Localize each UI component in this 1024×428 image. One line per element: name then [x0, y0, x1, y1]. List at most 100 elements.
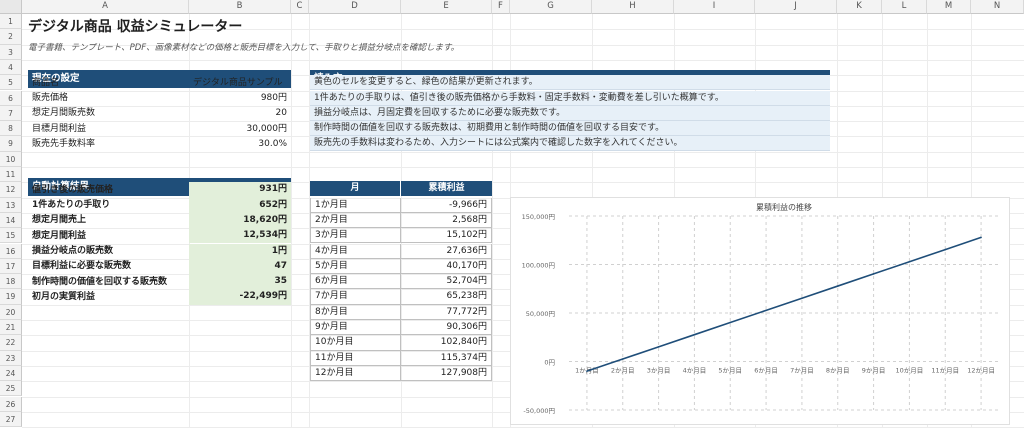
row-header[interactable]: 23: [0, 350, 22, 366]
column-header[interactable]: B: [189, 0, 291, 14]
row-header[interactable]: 10: [0, 151, 22, 167]
gridline-horizontal: [22, 167, 1024, 168]
result-label: 損益分岐点の販売数: [32, 246, 114, 256]
gridline-horizontal: [22, 59, 1024, 61]
data-point: [908, 260, 911, 263]
column-header[interactable]: N: [971, 0, 1024, 14]
row-header[interactable]: 6: [0, 90, 22, 106]
column-header[interactable]: M: [927, 0, 971, 14]
column-header[interactable]: D: [309, 0, 401, 14]
setting-value[interactable]: デジタル商品サンプル: [189, 77, 291, 89]
y-tick-label: 100,000円: [522, 262, 555, 270]
row-header[interactable]: 4: [0, 59, 22, 76]
table-cell-month: 9か月目: [310, 320, 401, 336]
row-header[interactable]: 17: [0, 258, 22, 275]
setting-label: 販売先手数料率: [32, 138, 96, 149]
table-cell-month: 3か月目: [310, 228, 401, 244]
row-header[interactable]: 13: [0, 197, 22, 213]
data-point: [980, 236, 982, 239]
row-header[interactable]: 14: [0, 212, 22, 229]
y-tick-label: 50,000円: [526, 310, 555, 318]
result-value: 652円: [189, 197, 291, 213]
setting-label: 目標月間利益: [32, 123, 87, 134]
table-cell-month: 1か月目: [310, 197, 401, 213]
table-header-month: 月: [310, 181, 401, 197]
table-cell-profit: 2,568円: [401, 212, 492, 229]
column-header[interactable]: K: [837, 0, 882, 14]
row-header[interactable]: 19: [0, 289, 22, 305]
table-cell-profit: 40,170円: [401, 258, 492, 275]
column-header[interactable]: G: [510, 0, 592, 14]
sheet-subtitle: 電子書籍、テンプレート、PDF、画像素材などの価格と販売目標を入力して、手取りと…: [28, 43, 460, 53]
table-cell-profit: 52,704円: [401, 274, 492, 290]
select-all-corner[interactable]: [0, 0, 22, 14]
row-header[interactable]: 3: [0, 44, 22, 60]
data-point: [872, 273, 875, 275]
row-header[interactable]: 15: [0, 228, 22, 244]
x-tick-label: 10か月目: [896, 367, 924, 375]
table-cell-profit: 15,102円: [401, 228, 492, 244]
data-point: [765, 309, 767, 312]
x-tick-label: 11か月目: [931, 367, 959, 375]
table-cell-month: 2か月目: [310, 212, 401, 229]
row-header[interactable]: 21: [0, 320, 22, 336]
guide-line: 販売先の手数料は変わるため、入力シートには公式案内で確認した数字を入れてください…: [310, 136, 830, 152]
row-header[interactable]: 8: [0, 121, 22, 137]
column-header[interactable]: L: [882, 0, 927, 14]
series-line: [586, 236, 982, 372]
table-cell-profit: 102,840円: [401, 335, 492, 351]
result-label: 初月の実質利益: [32, 291, 96, 302]
column-header[interactable]: J: [755, 0, 837, 14]
chart-svg: 累積利益の推移 -50,000円 0円 50,000円 100,000円 150,000円…: [522, 202, 999, 415]
row-header[interactable]: 12: [0, 182, 22, 198]
data-point: [944, 248, 947, 251]
row-header[interactable]: 27: [0, 411, 22, 428]
setting-value[interactable]: 20: [189, 107, 291, 119]
table-cell-month: 8か月目: [310, 304, 401, 320]
result-label: 1件あたりの手取り: [32, 200, 111, 211]
data-point: [586, 370, 588, 372]
row-header[interactable]: 25: [0, 381, 22, 397]
row-header[interactable]: 2: [0, 29, 22, 45]
column-header[interactable]: I: [674, 0, 755, 14]
row-header[interactable]: 9: [0, 136, 22, 152]
table-cell-profit: 115,374円: [401, 350, 492, 366]
column-header[interactable]: E: [401, 0, 492, 14]
x-tick-label: 6か月目: [754, 367, 778, 375]
row-header[interactable]: 1: [0, 14, 22, 30]
column-header[interactable]: C: [291, 0, 309, 14]
y-tick-label: -50,000円: [523, 407, 555, 415]
column-header[interactable]: H: [592, 0, 674, 14]
column-header[interactable]: F: [492, 0, 510, 14]
table-cell-month: 5か月目: [310, 258, 401, 275]
result-label: 制作時間の価値を回収する販売数: [32, 276, 168, 287]
result-value: 1円: [189, 243, 291, 259]
chart-title: 累積利益の推移: [756, 202, 812, 212]
row-header[interactable]: 20: [0, 304, 22, 320]
row-header[interactable]: 5: [0, 75, 22, 91]
row-header[interactable]: 26: [0, 396, 22, 412]
setting-value[interactable]: 980円: [189, 92, 291, 104]
setting-value[interactable]: 30,000円: [189, 123, 291, 135]
row-header[interactable]: 11: [0, 167, 22, 183]
setting-value[interactable]: 30.0%: [189, 138, 291, 150]
y-tick-label: 150,000円: [522, 213, 555, 221]
gridline-horizontal: [22, 151, 1024, 153]
x-tick-label: 5か月目: [718, 367, 742, 375]
row-header[interactable]: 18: [0, 274, 22, 290]
data-point: [693, 333, 696, 336]
setting-label: 販売価格: [32, 93, 69, 103]
result-value: 931円: [189, 182, 291, 198]
cumulative-profit-chart[interactable]: 累積利益の推移 -50,000円 0円 50,000円 100,000円 150,000円…: [510, 197, 1010, 425]
result-value: 12,534円: [189, 228, 291, 244]
data-point: [729, 321, 732, 324]
column-header[interactable]: A: [22, 0, 189, 14]
row-header[interactable]: 16: [0, 243, 22, 259]
guide-line: 黄色のセルを変更すると、緑色の結果が更新されます。: [310, 75, 830, 91]
x-tick-label: 4か月目: [683, 367, 707, 375]
row-header[interactable]: 7: [0, 105, 22, 122]
table-cell-month: 12か月目: [310, 365, 401, 382]
row-header[interactable]: 22: [0, 335, 22, 351]
table-header-profit: 累積利益: [401, 181, 492, 197]
row-header[interactable]: 24: [0, 365, 22, 382]
